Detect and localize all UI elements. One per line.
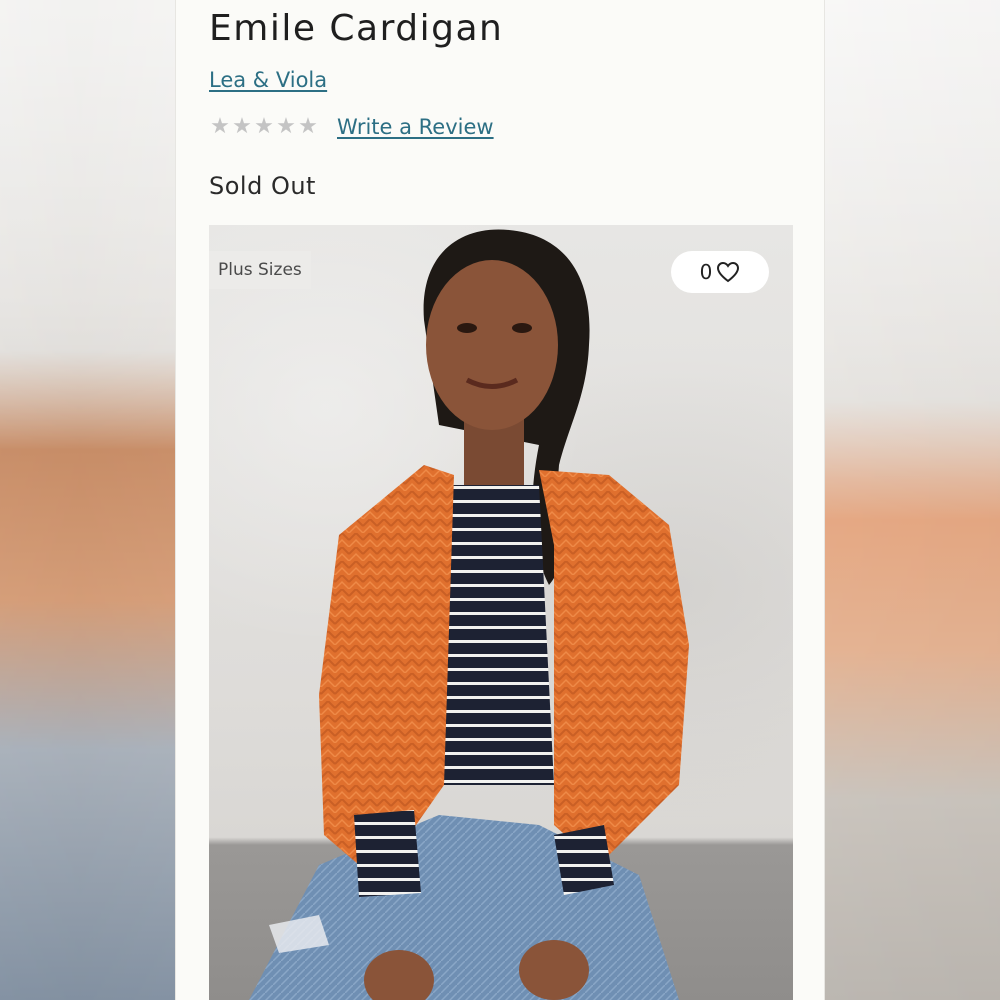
face (426, 260, 558, 430)
star-rating: ★ ★ ★ ★ ★ (209, 116, 319, 138)
product-image[interactable]: Plus Sizes 0 (209, 225, 793, 1000)
product-title: Emile Cardigan (209, 8, 504, 49)
blurred-background-right (825, 0, 1000, 1000)
brand-link[interactable]: Lea & Viola (209, 68, 327, 92)
heart-outline-icon (717, 261, 740, 283)
star-icon: ★ (298, 114, 318, 139)
star-icon: ★ (254, 114, 274, 139)
favorite-count: 0 (699, 260, 713, 284)
striped-shirt (444, 485, 554, 785)
write-review-link[interactable]: Write a Review (337, 115, 494, 139)
blurred-background-left (0, 0, 175, 1000)
star-icon: ★ (276, 114, 296, 139)
cardigan-right (539, 470, 689, 865)
plus-sizes-badge: Plus Sizes (209, 251, 311, 289)
star-icon: ★ (232, 114, 252, 139)
favorite-button[interactable]: 0 (671, 251, 769, 293)
model-illustration (249, 229, 689, 1000)
cardigan-left (319, 465, 454, 865)
availability-status: Sold Out (209, 172, 316, 200)
star-icon: ★ (210, 114, 230, 139)
rating-row: ★ ★ ★ ★ ★ Write a Review (209, 115, 494, 139)
product-page: Emile Cardigan Lea & Viola ★ ★ ★ ★ ★ Wri… (175, 0, 825, 1000)
